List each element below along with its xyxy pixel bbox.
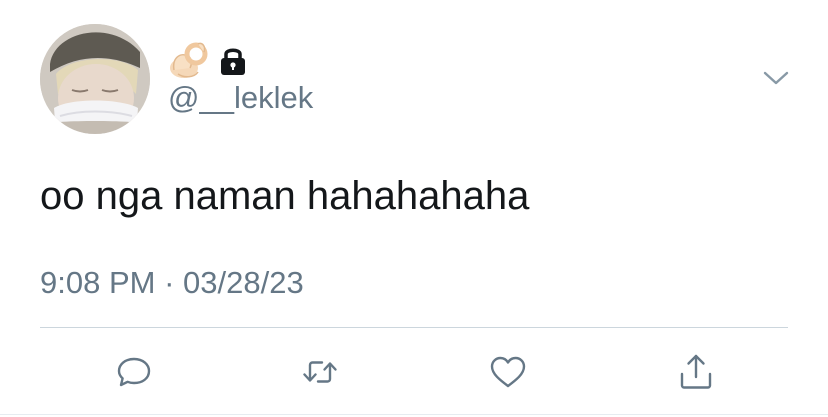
meta-separator: · — [164, 265, 175, 300]
reply-button[interactable] — [114, 352, 154, 392]
tweet-menu-button[interactable] — [760, 64, 792, 92]
display-name-row[interactable] — [168, 40, 248, 80]
like-icon — [490, 356, 526, 388]
retweet-icon — [303, 361, 337, 383]
share-button[interactable] — [676, 352, 716, 392]
like-button[interactable] — [488, 352, 528, 392]
user-handle[interactable]: @__leklek — [168, 80, 313, 116]
lock-icon — [221, 48, 245, 75]
retweet-button[interactable] — [300, 352, 340, 392]
chevron-down-icon — [763, 71, 789, 85]
tweet-text: oo nga naman hahahahaha — [40, 174, 530, 218]
avatar-image — [40, 24, 150, 134]
ok-hand-emoji-icon — [170, 42, 208, 78]
tweet-date[interactable]: 03/28/23 — [183, 265, 304, 300]
reply-icon — [117, 357, 151, 387]
divider — [40, 327, 788, 328]
share-icon — [680, 354, 712, 389]
tweet-time[interactable]: 9:08 PM — [40, 265, 155, 300]
tweet-meta: 9:08 PM · 03/28/23 — [40, 264, 304, 302]
avatar[interactable] — [40, 24, 150, 134]
bottom-border — [0, 414, 828, 415]
